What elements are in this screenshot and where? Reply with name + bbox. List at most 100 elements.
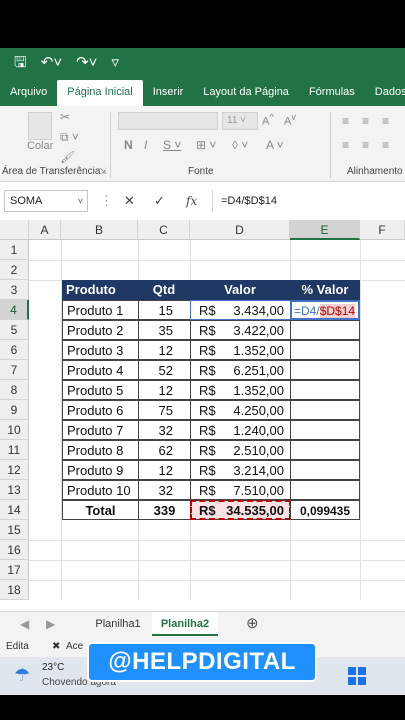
format-painter-icon[interactable]: 🖌 (60, 150, 75, 164)
cell-qty[interactable]: 62 (138, 440, 191, 460)
column-header-d[interactable]: D (190, 220, 290, 240)
cancel-icon[interactable]: ✕ (124, 190, 135, 212)
accessibility-label[interactable]: Ace (66, 637, 83, 657)
fill-color-icon[interactable]: ◊ ˅ (232, 138, 248, 152)
bold-icon[interactable]: N (124, 138, 133, 152)
cell-qty[interactable]: 35 (138, 320, 191, 340)
customize-toolbar-icon[interactable]: ▿ (111, 48, 119, 78)
column-header-e[interactable]: E (290, 220, 360, 240)
name-box[interactable]: SOMA ˅ (4, 190, 88, 212)
cell-qty[interactable]: 75 (138, 400, 191, 420)
prev-sheet-icon[interactable]: ◀ (20, 612, 29, 636)
add-sheet-icon[interactable]: ⊕ (246, 612, 259, 636)
cell-value[interactable]: R$ 1.352,00 (190, 380, 291, 400)
tab-dados[interactable]: Dados (365, 80, 405, 106)
align-top-icon[interactable]: ≡ (342, 114, 349, 128)
paste-label[interactable]: Colar (27, 140, 53, 152)
tab-pagina-inicial[interactable]: Página Inicial (57, 80, 143, 106)
temperature[interactable]: 23°C (42, 662, 64, 673)
font-size-select[interactable]: 11 ˅ (222, 112, 258, 130)
column-header-c[interactable]: C (138, 220, 190, 240)
cell-product[interactable]: Produto 10 (62, 480, 139, 500)
row-header[interactable]: 1 (0, 240, 29, 260)
cell-pct[interactable] (290, 480, 360, 500)
cell-product[interactable]: Produto 2 (62, 320, 139, 340)
align-right-icon[interactable]: ≡ (382, 138, 389, 152)
cell-value[interactable]: R$ 3.214,00 (190, 460, 291, 480)
row-header[interactable]: 6 (0, 340, 29, 360)
cell-pct[interactable] (290, 460, 360, 480)
cell-value[interactable]: R$ 1.240,00 (190, 420, 291, 440)
tab-arquivo[interactable]: Arquivo (0, 80, 57, 106)
cell-pct[interactable] (290, 360, 360, 380)
row-header[interactable]: 9 (0, 400, 29, 420)
cell-product[interactable]: Produto 5 (62, 380, 139, 400)
tab-inserir[interactable]: Inserir (143, 80, 194, 106)
row-header[interactable]: 8 (0, 380, 29, 400)
cell-pct[interactable] (290, 400, 360, 420)
row-header[interactable]: 12 (0, 460, 29, 480)
total-pct[interactable]: 0,099435 (290, 500, 360, 520)
cell-qty[interactable]: 12 (138, 340, 191, 360)
save-icon[interactable]: 🖫 (14, 48, 27, 78)
sheet-tab-planilha2[interactable]: Planilha2 (152, 612, 218, 636)
tab-layout[interactable]: Layout da Página (193, 80, 299, 106)
cell-value[interactable]: R$ 6.251,00 (190, 360, 291, 380)
undo-icon[interactable]: ↶˅ (41, 48, 62, 78)
column-header-b[interactable]: B (61, 220, 138, 240)
column-header-f[interactable]: F (360, 220, 405, 240)
cell-value[interactable]: R$ 2.510,00 (190, 440, 291, 460)
font-name-select[interactable] (118, 112, 218, 130)
tab-formulas[interactable]: Fórmulas (299, 80, 365, 106)
cell-qty[interactable]: 12 (138, 380, 191, 400)
row-header[interactable]: 16 (0, 540, 29, 560)
align-left-icon[interactable]: ≡ (342, 138, 349, 152)
cell-value[interactable]: R$ 4.250,00 (190, 400, 291, 420)
paste-icon[interactable] (28, 112, 52, 140)
row-header[interactable]: 11 (0, 440, 29, 460)
cell-qty[interactable]: 32 (138, 420, 191, 440)
row-header[interactable]: 5 (0, 320, 29, 340)
header-qtd[interactable]: Qtd (138, 280, 190, 300)
header-produto[interactable]: Produto (62, 280, 138, 300)
sheet-tab-planilha1[interactable]: Planilha1 (86, 612, 150, 636)
underline-icon[interactable]: S ˅ (163, 138, 181, 152)
cell-product[interactable]: Produto 9 (62, 460, 139, 480)
cell-value[interactable]: R$ 1.352,00 (190, 340, 291, 360)
total-label[interactable]: Total (62, 500, 139, 520)
editing-cell-e4[interactable]: =D4/$D$14 (290, 300, 360, 320)
align-middle-icon[interactable]: ≡ (362, 114, 369, 128)
column-header-a[interactable]: A (29, 220, 61, 240)
cell-qty[interactable]: 12 (138, 460, 191, 480)
windows-start-icon[interactable] (348, 667, 366, 685)
row-header[interactable]: 10 (0, 420, 29, 440)
cell-qty[interactable]: 52 (138, 360, 191, 380)
cell-product[interactable]: Produto 4 (62, 360, 139, 380)
row-header[interactable]: 13 (0, 480, 29, 500)
cell-value[interactable]: R$ 3.434,00 (190, 300, 291, 320)
next-sheet-icon[interactable]: ▶ (46, 612, 55, 636)
cell-product[interactable]: Produto 3 (62, 340, 139, 360)
row-header[interactable]: 7 (0, 360, 29, 380)
cell-qty[interactable]: 15 (138, 300, 191, 320)
chevron-down-icon[interactable]: ˅ (78, 191, 83, 211)
cell-product[interactable]: Produto 6 (62, 400, 139, 420)
font-color-icon[interactable]: A ˅ (266, 138, 284, 152)
cell-product[interactable]: Produto 8 (62, 440, 139, 460)
insert-function-icon[interactable]: fx (186, 190, 197, 212)
rain-weather-icon[interactable]: ☂ (14, 665, 30, 686)
italic-icon[interactable]: I (144, 138, 147, 152)
row-header[interactable]: 14 (0, 500, 29, 520)
enter-icon[interactable]: ✓ (154, 190, 165, 212)
cell-pct[interactable] (290, 380, 360, 400)
total-value[interactable]: R$ 34.535,00 (190, 500, 291, 520)
cell-pct[interactable] (290, 420, 360, 440)
cell-product[interactable]: Produto 7 (62, 420, 139, 440)
cell-pct[interactable] (290, 320, 360, 340)
row-header[interactable]: 17 (0, 560, 29, 580)
clipboard-launcher-icon[interactable]: ⇲ (99, 166, 107, 177)
row-header[interactable]: 3 (0, 280, 29, 300)
cell-value[interactable]: R$ 3.422,00 (190, 320, 291, 340)
row-header[interactable]: 2 (0, 260, 29, 280)
formula-input[interactable]: =D4/$D$14 (212, 190, 405, 212)
